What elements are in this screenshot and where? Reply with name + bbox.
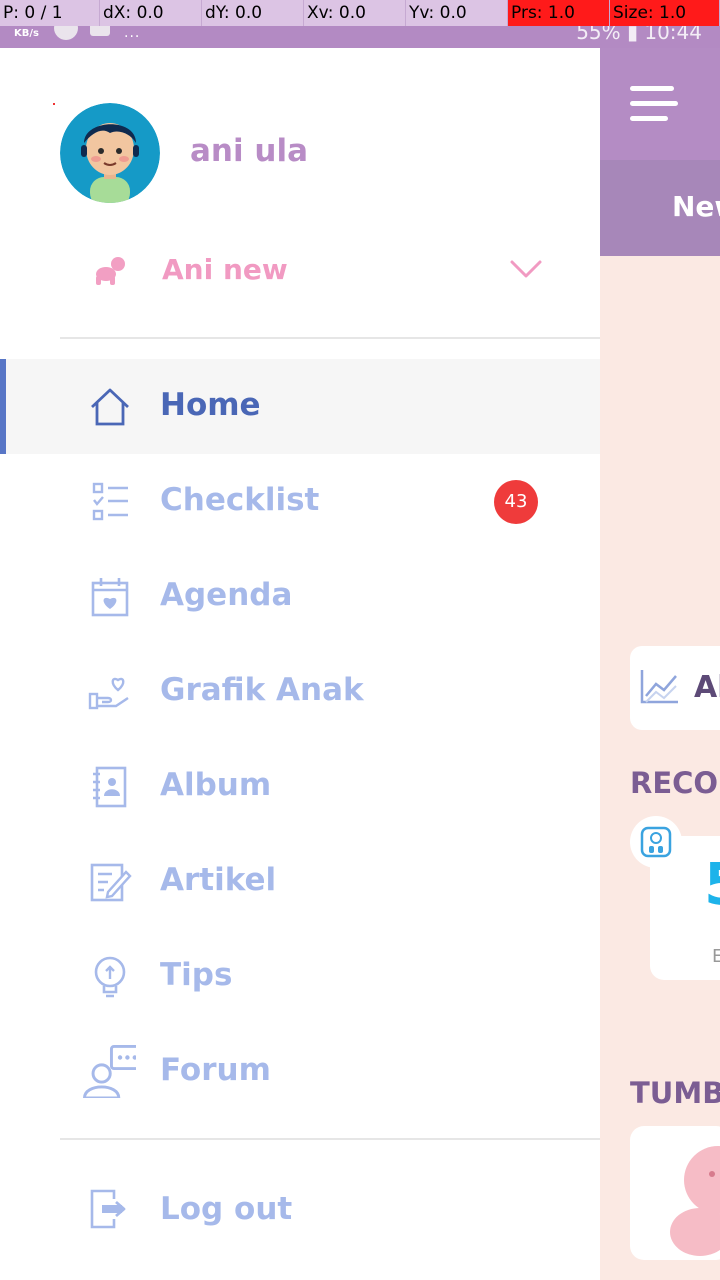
debug-yv: Yv: 0.0 xyxy=(406,0,508,26)
notification-badge: 43 xyxy=(494,480,538,524)
menu-item-album[interactable]: Album xyxy=(0,739,600,834)
menu-item-forum[interactable]: Forum xyxy=(0,1024,600,1119)
record-unit: E xyxy=(712,946,720,967)
album-icon xyxy=(93,766,127,808)
app-header xyxy=(600,48,720,160)
hamburger-menu-icon[interactable] xyxy=(630,86,678,122)
hand-heart-icon xyxy=(88,677,129,710)
menu-item-agenda[interactable]: Agenda xyxy=(0,549,600,644)
debug-dx: dX: 0.0 xyxy=(100,0,202,26)
drawer-menu: Home Checklist 43 Agenda Grafik Anak Alb… xyxy=(0,359,600,1119)
menu-item-home[interactable]: Home xyxy=(0,359,600,454)
child-name: Ani new xyxy=(162,253,288,286)
menu-label-checklist: Checklist xyxy=(160,482,320,518)
menu-item-artikel[interactable]: Artikel xyxy=(0,834,600,929)
home-icon xyxy=(91,388,129,426)
avatar[interactable] xyxy=(60,103,160,203)
divider xyxy=(60,1138,600,1140)
crawling-baby-icon xyxy=(96,257,125,285)
navigation-drawer: ani ula Ani new Home Checklist 43 Agenda… xyxy=(0,48,600,1280)
tumbuh-section-title: TUMB xyxy=(630,1076,720,1110)
artifact-dot xyxy=(53,103,55,105)
tab-new[interactable]: New xyxy=(672,190,720,223)
user-name: ani ula xyxy=(190,133,309,169)
logout-icon xyxy=(90,1189,126,1229)
menu-label-agenda: Agenda xyxy=(160,577,293,613)
debug-pointer: P: 0 / 1 xyxy=(0,0,100,26)
menu-label-artikel: Artikel xyxy=(160,862,277,898)
bulb-icon xyxy=(94,956,126,998)
calendar-icon xyxy=(91,578,129,617)
menu-label-forum: Forum xyxy=(160,1052,271,1088)
chevron-down-icon[interactable] xyxy=(508,254,544,284)
menu-item-tips[interactable]: Tips xyxy=(0,929,600,1024)
logout-label: Log out xyxy=(160,1191,293,1227)
weight-scale-icon xyxy=(630,816,682,868)
menu-label-tips: Tips xyxy=(160,957,233,993)
edit-icon xyxy=(90,863,132,902)
app-tab-bar: New xyxy=(600,160,720,256)
checklist-icon xyxy=(92,482,128,521)
debug-pressure: Prs: 1.0 xyxy=(508,0,610,26)
status-bar: KB/s ... 55% ▮ 10:44 xyxy=(0,16,720,48)
baby-illustration xyxy=(670,1146,720,1256)
menu-item-checklist[interactable]: Checklist 43 xyxy=(0,454,600,549)
analytics-label: Al xyxy=(694,670,720,705)
menu-label-grafik-anak: Grafik Anak xyxy=(160,672,364,708)
logout-button[interactable]: Log out xyxy=(0,1163,600,1258)
debug-size: Size: 1.0 xyxy=(610,0,720,26)
growth-card[interactable] xyxy=(630,1126,720,1260)
forum-icon xyxy=(82,1044,136,1098)
debug-xv: Xv: 0.0 xyxy=(304,0,406,26)
child-selector[interactable]: Ani new xyxy=(0,236,600,308)
line-chart-icon xyxy=(640,670,678,704)
record-value: 5 xyxy=(704,850,720,918)
menu-label-album: Album xyxy=(160,767,272,803)
divider xyxy=(60,337,600,339)
menu-label-home: Home xyxy=(160,387,261,423)
analytics-card[interactable]: Al xyxy=(630,646,720,730)
pointer-debug-overlay: P: 0 / 1 dX: 0.0 dY: 0.0 Xv: 0.0 Yv: 0.0… xyxy=(0,0,720,26)
menu-item-grafik-anak[interactable]: Grafik Anak xyxy=(0,644,600,739)
network-speed-label: KB/s xyxy=(14,28,39,39)
record-section-title: RECO xyxy=(630,766,719,800)
debug-dy: dY: 0.0 xyxy=(202,0,304,26)
more-notifications-icon: ... xyxy=(124,25,141,41)
